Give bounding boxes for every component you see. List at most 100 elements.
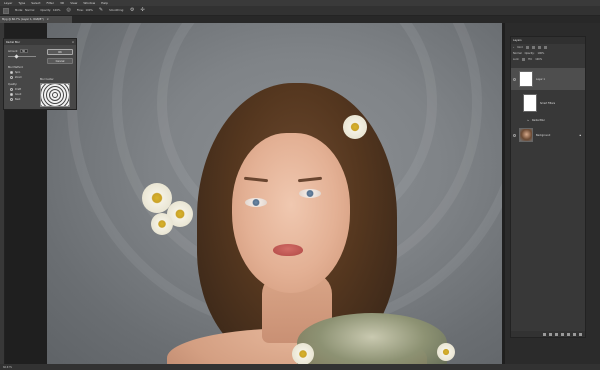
link-layers-icon[interactable]: [543, 332, 546, 336]
radio-label: Best: [15, 98, 21, 101]
layer-thumbnail: [519, 128, 533, 142]
menu-3d[interactable]: 3D: [60, 1, 64, 5]
filter-adjustment-icon[interactable]: [531, 45, 535, 49]
filter-effect-icon: ≈: [527, 118, 530, 122]
radio-label: Spin: [15, 71, 21, 74]
radio-label: Good: [15, 93, 22, 96]
filter-pixel-icon[interactable]: [525, 45, 529, 49]
quality-label: Quality:: [8, 83, 18, 86]
method-spin-radio[interactable]: Spin: [10, 71, 20, 74]
tab-layers[interactable]: Layers: [513, 39, 522, 42]
add-mask-icon[interactable]: [555, 332, 558, 336]
hair-flower: [343, 115, 367, 139]
radio-dot[interactable]: [10, 76, 13, 79]
pressure-opacity-icon[interactable]: ◎: [66, 8, 70, 13]
method-zoom-radio[interactable]: Zoom: [10, 76, 22, 79]
layer-row-background[interactable]: Background ▪: [511, 126, 585, 144]
fill-label: Fill:: [528, 57, 533, 61]
flow-option[interactable]: Flow: 100%: [77, 9, 93, 12]
opacity-option[interactable]: Opacity: 100%: [40, 9, 60, 12]
blur-center-ring: [41, 84, 69, 106]
menu-type[interactable]: Type: [18, 1, 25, 5]
blur-center-label: Blur Center: [40, 78, 54, 81]
close-icon[interactable]: ×: [72, 41, 74, 44]
search-icon[interactable]: ⌕: [513, 46, 514, 49]
layer-opacity-value[interactable]: 100%: [537, 52, 544, 55]
visibility-eye-icon[interactable]: [513, 77, 516, 81]
fx-icon[interactable]: [549, 332, 552, 336]
lock-label: Lock:: [513, 57, 520, 61]
ok-button[interactable]: OK: [47, 49, 73, 55]
document-canvas[interactable]: [47, 23, 502, 364]
blur-method-label: Blur Method:: [8, 66, 24, 69]
new-layer-icon[interactable]: [573, 332, 576, 336]
radio-dot[interactable]: [10, 98, 13, 101]
document-tab[interactable]: Mpg @ 66.7% (Layer 1, RGB/8*) ×: [0, 16, 72, 23]
radio-label: Draft: [15, 88, 22, 91]
flow-value[interactable]: 100%: [85, 9, 92, 12]
amount-label: Amount: [8, 50, 18, 53]
menu-view[interactable]: View: [70, 1, 77, 5]
flower-bouquet: [297, 313, 447, 364]
lock-icon[interactable]: [522, 57, 526, 61]
symmetry-icon[interactable]: ✣: [140, 8, 144, 13]
layers-footer: [511, 331, 585, 337]
filter-shape-icon[interactable]: [543, 45, 547, 49]
document-tab-row: Mpg @ 66.7% (Layer 1, RGB/8*) ×: [0, 16, 600, 23]
layers-panel: Layers ⌕ Kind Normal Opacity: 100% Lock:…: [510, 36, 586, 338]
opacity-value[interactable]: 100%: [53, 9, 60, 12]
kind-filter[interactable]: Kind: [517, 46, 522, 49]
visibility-eye-icon[interactable]: [513, 133, 516, 137]
menu-window[interactable]: Window: [83, 1, 95, 5]
layer-name: Layer 1: [536, 77, 545, 81]
smoothing-label: Smoothing:: [109, 9, 124, 12]
quality-best-radio[interactable]: Best: [10, 98, 20, 101]
radio-dot[interactable]: [10, 93, 13, 96]
delete-layer-icon[interactable]: [579, 332, 582, 336]
close-tab-icon[interactable]: ×: [47, 18, 49, 21]
blur-center-preview[interactable]: [40, 83, 70, 107]
smoothing-option[interactable]: Smoothing:: [109, 9, 124, 12]
menu-layer[interactable]: Layer: [4, 1, 12, 5]
lock-row: Lock: Fill: 100%: [511, 56, 585, 62]
mode-value[interactable]: Normal: [25, 9, 34, 12]
canvas-area: [5, 23, 505, 364]
settings-gear-icon[interactable]: ⚙: [130, 8, 134, 13]
filter-type-icon[interactable]: [537, 45, 541, 49]
bouquet-flower: [437, 343, 455, 361]
layer-row-smart-filters[interactable]: Smart Filters: [511, 92, 585, 114]
opacity-label: Opacity:: [40, 9, 52, 12]
layer-opacity-label: Opacity:: [524, 51, 535, 55]
radio-dot[interactable]: [10, 71, 13, 74]
menu-filter[interactable]: Filter: [47, 1, 54, 5]
brush-tool-icon[interactable]: [3, 7, 9, 14]
new-group-icon[interactable]: [567, 332, 570, 336]
smart-filter-mask-thumbnail: [523, 94, 537, 112]
portrait-face: [232, 133, 350, 293]
quality-good-radio[interactable]: Good: [10, 93, 21, 96]
menu-select[interactable]: Select: [31, 1, 40, 5]
dialog-title: Radial Blur: [6, 40, 21, 44]
airbrush-icon[interactable]: ✎: [99, 8, 103, 13]
radio-dot[interactable]: [10, 88, 13, 91]
menu-help[interactable]: Help: [101, 1, 108, 5]
dialog-title-bar[interactable]: Radial Blur ×: [4, 39, 76, 45]
fill-value[interactable]: 100%: [535, 58, 542, 61]
radial-blur-dialog: Radial Blur × Amount 30 OK Cancel Blur M…: [3, 38, 77, 110]
quality-draft-radio[interactable]: Draft: [10, 88, 21, 91]
document-tab-title: Mpg @ 66.7% (Layer 1, RGB/8*): [2, 18, 44, 21]
layer-row-radial-blur[interactable]: ≈ Radial Blur: [511, 116, 585, 124]
amount-slider-handle[interactable]: [14, 54, 19, 59]
amount-slider-track[interactable]: [8, 56, 36, 57]
zoom-level[interactable]: 66.67%: [3, 366, 12, 369]
layer-name: Radial Blur: [532, 118, 545, 122]
layers-panel-tabs: Layers: [511, 37, 585, 44]
cancel-button[interactable]: Cancel: [47, 58, 73, 64]
portrait-right-eye: [299, 189, 321, 198]
adjustment-layer-icon[interactable]: [561, 332, 564, 336]
layer-row-layer-1[interactable]: Layer 1: [511, 68, 585, 90]
amount-input[interactable]: 30: [20, 49, 28, 53]
mode-option[interactable]: Mode: Normal: [15, 9, 34, 12]
portrait-left-eye: [245, 198, 267, 207]
blend-mode-select[interactable]: Normal: [513, 52, 522, 55]
